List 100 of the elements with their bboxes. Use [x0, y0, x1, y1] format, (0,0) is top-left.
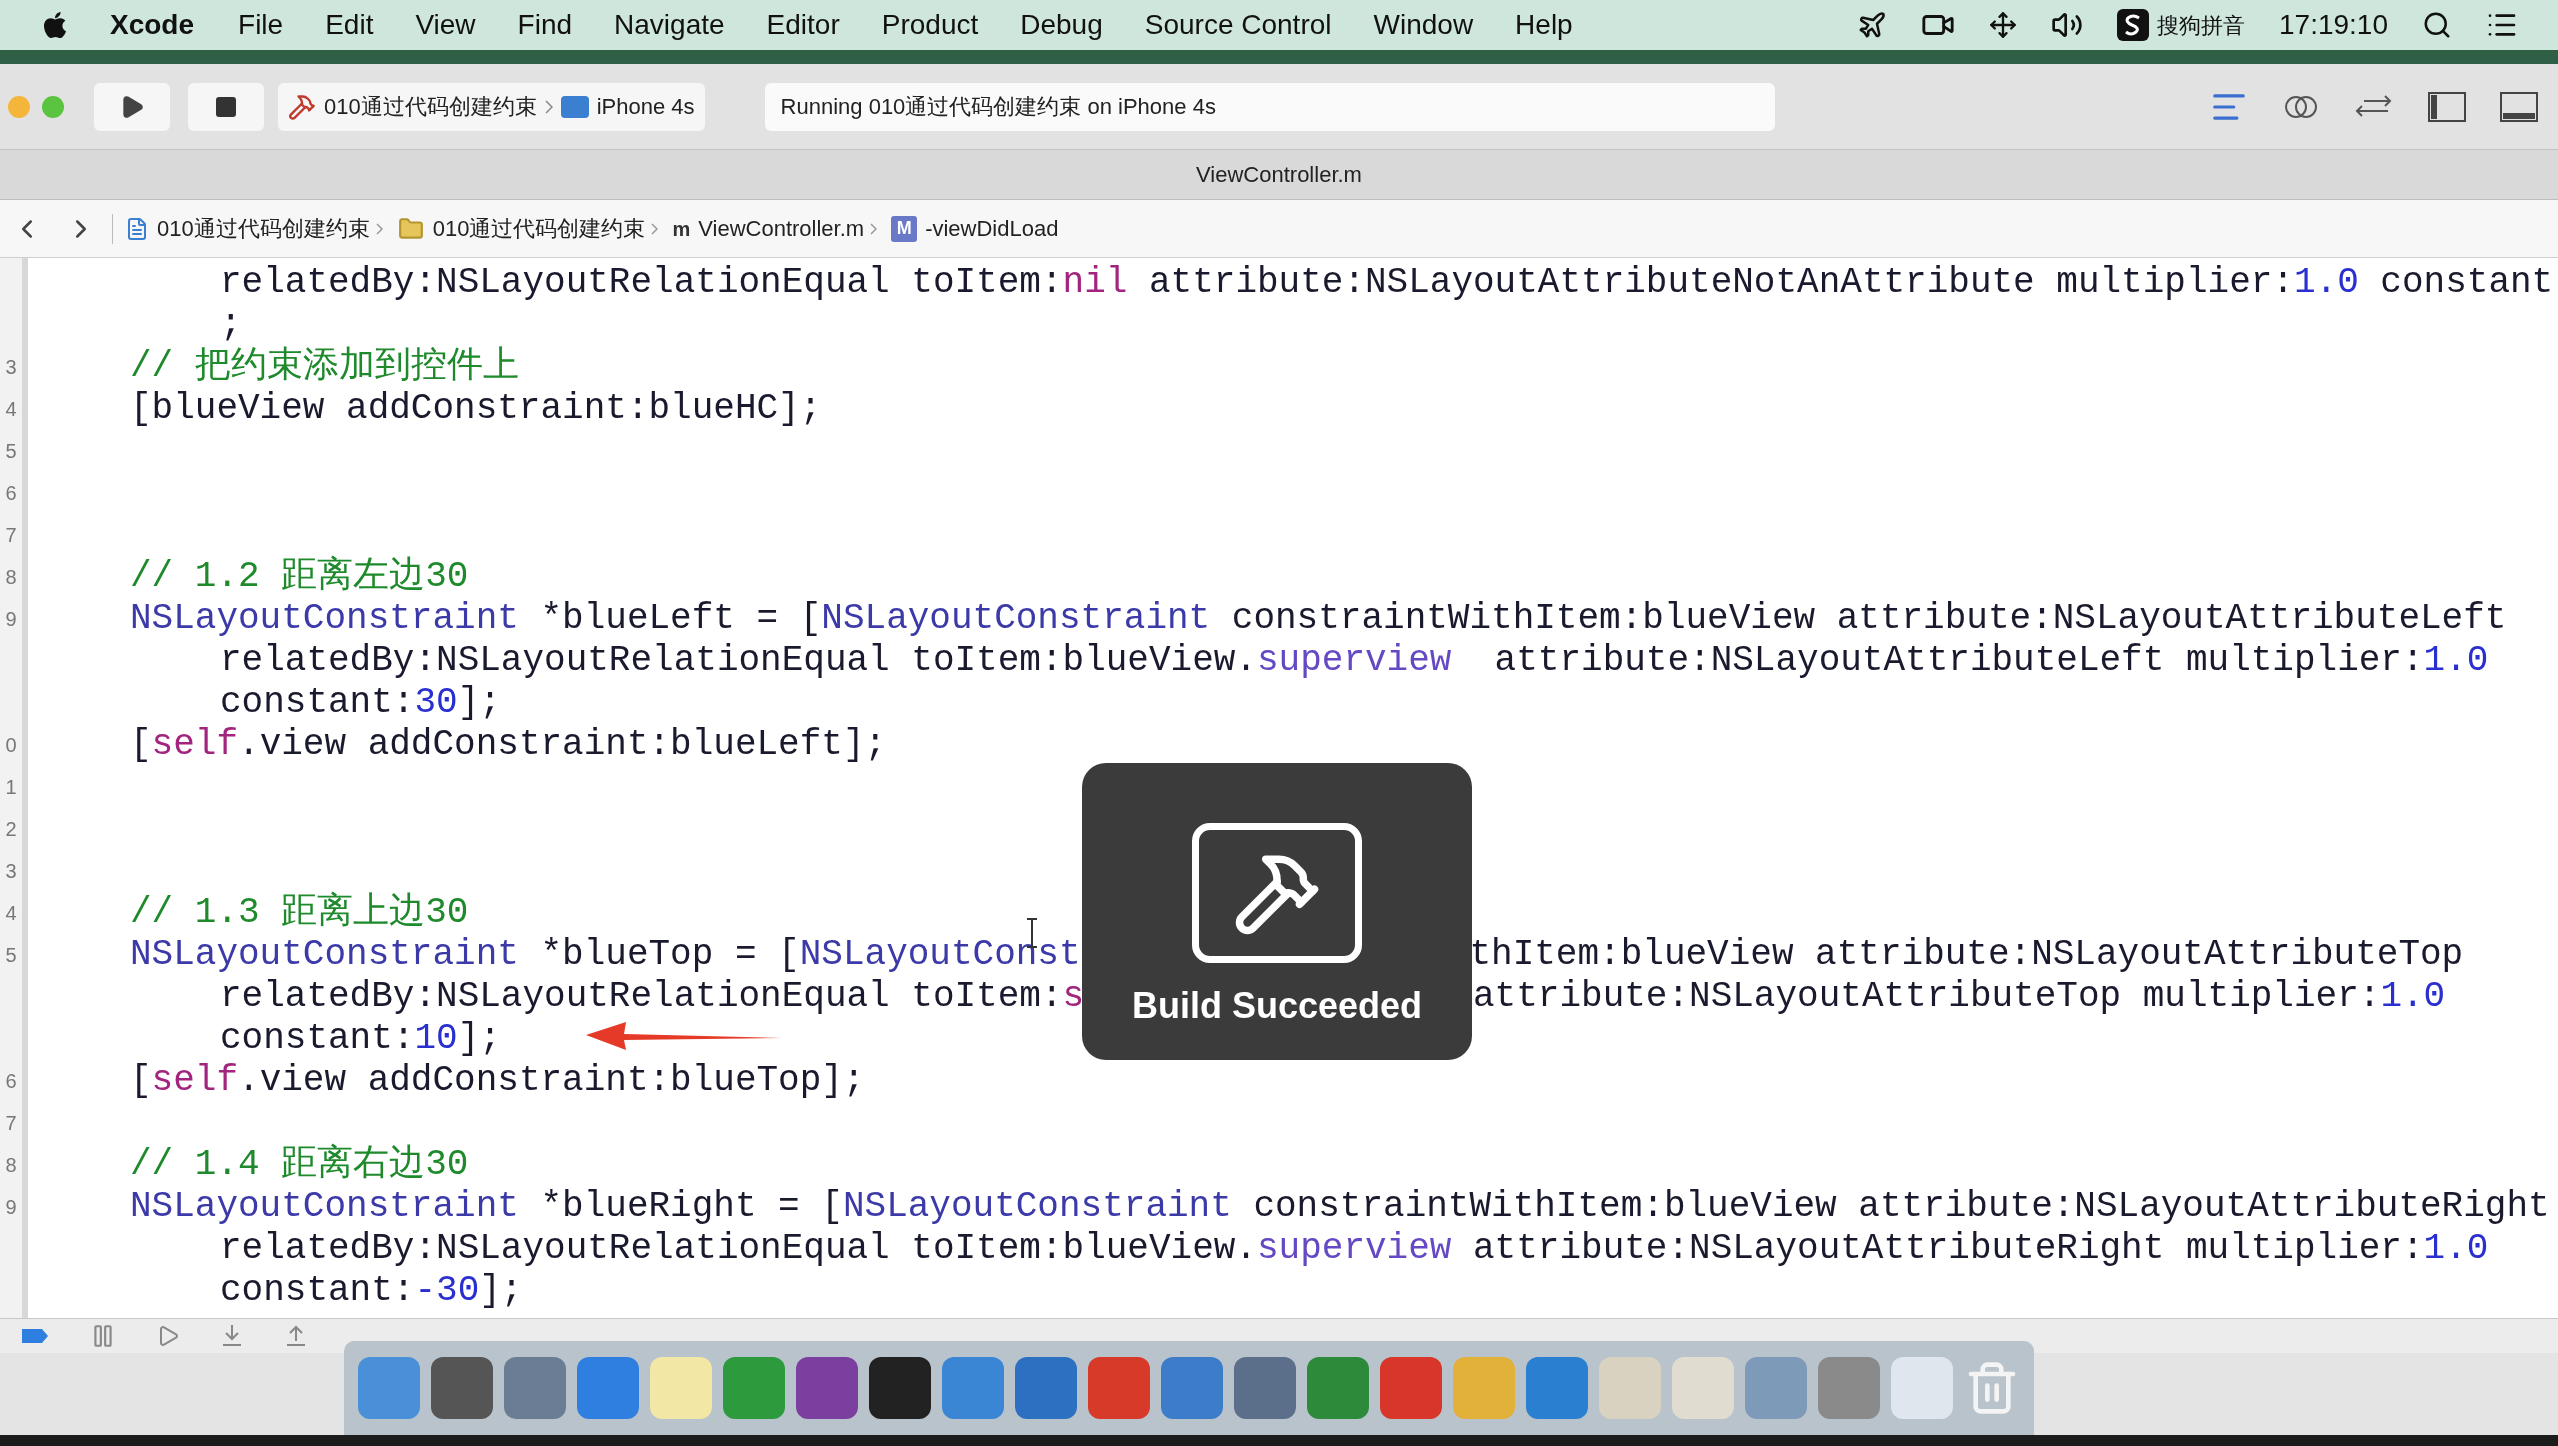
- code-token: attribute:NSLayoutAttributeLeft multiplier:: [1493, 640, 2424, 682]
- folder-icon: [396, 215, 425, 242]
- app-icon[interactable]: [796, 1356, 858, 1419]
- airplane-icon[interactable]: [1857, 10, 1887, 40]
- code-token: 10: [414, 1018, 458, 1060]
- menu-item[interactable]: View: [415, 4, 476, 46]
- debug-panel-icon[interactable]: [2500, 91, 2538, 122]
- code-token: relatedBy:NSLayoutRelationEqual toItem:blueView.: [220, 1228, 1257, 1270]
- code-token: // 1.2 距离左边30: [130, 556, 469, 598]
- code-token: relatedBy:NSLayoutRelationEqual toItem:: [220, 976, 1063, 1018]
- project-file-icon: [125, 215, 149, 242]
- code-token: self: [151, 1060, 239, 1102]
- line-number: 6: [5, 481, 17, 506]
- step-into-icon[interactable]: [220, 1322, 244, 1349]
- code-token: [: [130, 1060, 152, 1102]
- code-token: // 1.3 距离上边30: [130, 892, 469, 934]
- line-number: 0: [5, 733, 17, 758]
- menu-item[interactable]: Window: [1373, 4, 1474, 46]
- code-token: [blueView addConstraint:blueHC];: [130, 388, 822, 430]
- run-button[interactable]: [94, 82, 170, 131]
- chevron-icon: [544, 99, 553, 114]
- input-method-label[interactable]: 搜狗拼音: [2157, 8, 2245, 42]
- menu-item[interactable]: Find: [517, 4, 573, 46]
- code-token: -30: [414, 1270, 480, 1312]
- stop-button[interactable]: [188, 82, 264, 131]
- breakpoint-icon[interactable]: [20, 1326, 50, 1345]
- app-icon: [288, 92, 316, 121]
- code-token: NSLayoutConstraint: [130, 934, 519, 976]
- input-method-icon[interactable]: [2117, 9, 2149, 41]
- stop-icon: [214, 94, 238, 119]
- jump-bar-item[interactable]: -viewDidLoad: [925, 212, 1059, 245]
- menu-item[interactable]: Editor: [766, 4, 840, 46]
- jump-bar-item[interactable]: ViewController.m: [698, 212, 865, 245]
- app-menu[interactable]: Xcode: [110, 4, 195, 46]
- toast-title: Build Succeeded: [1131, 984, 1423, 1028]
- menu-item[interactable]: Debug: [1020, 4, 1103, 46]
- app-icon[interactable]: [869, 1356, 931, 1419]
- code-token: 1.0: [2293, 262, 2359, 304]
- code-token: constraintWithItem:blueView attribute:NSLayoutAttributeLeft: [1230, 598, 2507, 640]
- code-token: ];: [457, 682, 501, 724]
- code-token: // 1.4 距离右边30: [130, 1144, 469, 1186]
- scheme-selector[interactable]: 010通过代码创建约束 iPhone 4s: [278, 82, 705, 131]
- menu-item[interactable]: Help: [1515, 4, 1573, 46]
- code-token: self: [151, 724, 239, 766]
- menu-item[interactable]: Product: [881, 4, 979, 46]
- code-token: *blueTop = [: [539, 934, 800, 976]
- code-token: superview: [1256, 1228, 1452, 1270]
- code-token: .view addConstraint:blueLeft];: [238, 724, 887, 766]
- line-number: 3: [5, 859, 17, 884]
- code-token: NSLayoutConstraint: [130, 598, 519, 640]
- code-token: nil: [1062, 262, 1128, 304]
- jump-bar-item[interactable]: 010通过代码创建约束: [432, 212, 646, 245]
- hammer-icon: [1192, 823, 1362, 963]
- chevron-icon: [870, 222, 878, 235]
- line-number: 5: [5, 439, 17, 464]
- code-token: 1.0: [2423, 1228, 2489, 1270]
- code-token: *blueLeft = [: [539, 598, 822, 640]
- menu-item[interactable]: File: [238, 4, 284, 46]
- code-token: relatedBy:NSLayoutRelationEqual toItem:: [220, 262, 1063, 304]
- code-token: NSLayoutConstraint: [842, 1186, 1232, 1228]
- code-token: attribute:NSLayoutAttributeNotAnAttribute multiplier:: [1147, 262, 2294, 304]
- jump-bar-item[interactable]: 010通过代码创建约束: [157, 212, 370, 245]
- line-number: 7: [5, 1111, 17, 1136]
- line-number: 8: [5, 565, 17, 590]
- code-token: constant:: [220, 1270, 415, 1312]
- search-icon[interactable]: [2422, 10, 2452, 40]
- scheme-project[interactable]: 010通过代码创建约束: [324, 90, 537, 123]
- line-number: 5: [5, 943, 17, 968]
- code-token: constant: [2379, 262, 2554, 304]
- menu-item[interactable]: Edit: [325, 4, 374, 46]
- line-number: 1: [5, 775, 17, 800]
- code-token: attribute:NSLayoutAttributeRight multiplier:: [1472, 1228, 2424, 1270]
- code-token: ;: [220, 304, 242, 346]
- code-token: *blueRight = [: [539, 1186, 843, 1228]
- code-token: superview: [1256, 640, 1452, 682]
- line-number: 4: [5, 397, 17, 422]
- menu-item[interactable]: Source Control: [1144, 4, 1332, 46]
- code-token: NSLayoutConstraint: [130, 1186, 519, 1228]
- activity-status: Running 010通过代码创建约束 on iPhone 4s: [780, 93, 1216, 121]
- code-token: ];: [479, 1270, 523, 1312]
- menu-clock[interactable]: 17:19:10: [2279, 4, 2388, 46]
- line-number: 9: [5, 1195, 17, 1220]
- line-number: 6: [5, 1069, 17, 1094]
- line-number: 8: [5, 1153, 17, 1178]
- scheme-device[interactable]: iPhone 4s: [596, 90, 695, 123]
- line-number: 3: [5, 355, 17, 380]
- move-arrows-icon[interactable]: [1989, 11, 2017, 39]
- zoom-button[interactable]: [42, 95, 64, 118]
- navigator-panel-icon[interactable]: [2428, 91, 2466, 122]
- code-token: attribute:NSLayoutAttributeTop multiplier:: [1473, 976, 2381, 1018]
- menu-item[interactable]: Navigate: [614, 4, 725, 46]
- code-token: constant:: [220, 682, 415, 724]
- editor-tab[interactable]: ViewController.m: [1196, 158, 1362, 191]
- chevron-icon: [651, 222, 659, 235]
- code-token: relatedBy:NSLayoutRelationEqual toItem:blueView.: [220, 640, 1257, 682]
- code-token: constraintWithItem:blueView attribute:NSLayoutAttributeRight: [1252, 1186, 2550, 1228]
- line-number: 7: [5, 523, 17, 548]
- code-token: 1.0: [2380, 976, 2446, 1018]
- line-number: 4: [5, 901, 17, 926]
- app-icon[interactable]: [431, 1356, 493, 1419]
